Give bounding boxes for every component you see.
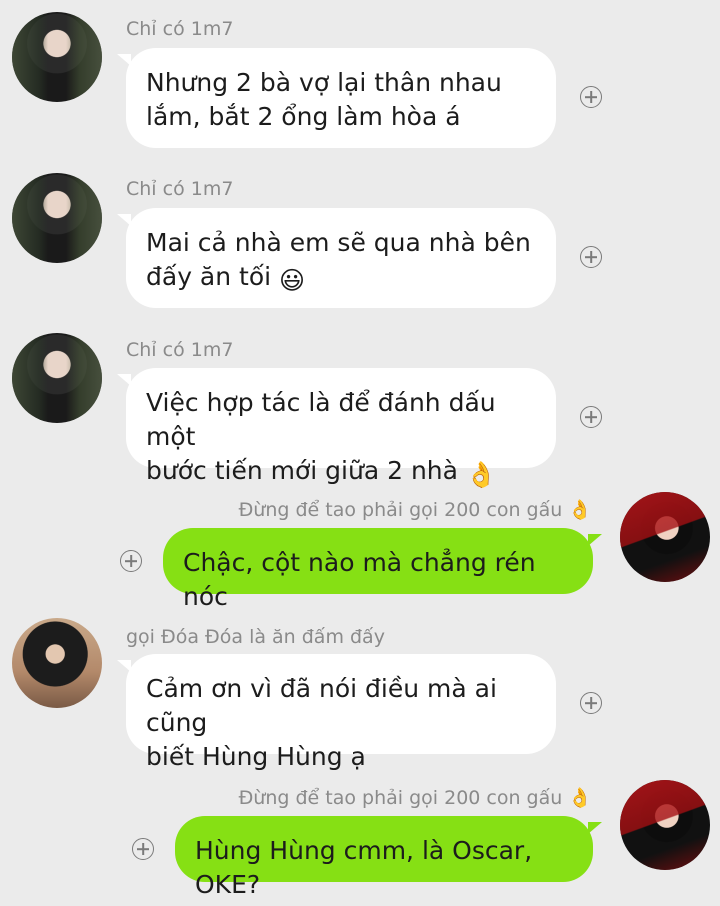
message-line: Hùng Hùng cmm, là Oscar, OKE? (195, 836, 533, 899)
message-line: biết Hùng Hùng ạ (146, 742, 366, 771)
message-line-wrap: đấy ăn tối 😃 (146, 260, 536, 298)
message-line: Cảm ơn vì đã nói điều mà ai cũng (146, 674, 497, 737)
add-reaction-icon[interactable] (132, 838, 154, 860)
message-line: Nhưng 2 bà vợ lại thân nhau (146, 68, 502, 97)
message-bubble[interactable]: Việc hợp tác là để đánh dấu một bước tiế… (117, 368, 556, 489)
sender-name: Đừng để tao phải gọi 200 con gấu 👌 (238, 499, 592, 521)
message-line-wrap: bước tiến mới giữa 2 nhà 👌 (146, 454, 536, 492)
sender-name: Chỉ có 1m7 (126, 339, 234, 361)
message-line: Mai cả nhà em sẽ qua nhà bên (146, 228, 531, 257)
message-bubble[interactable]: Hùng Hùng cmm, là Oscar, OKE? (175, 816, 602, 899)
ok-hand-emoji-icon: 👌 (465, 460, 498, 489)
sender-name: gọi Đóa Đóa là ăn đấm đấy (126, 626, 385, 648)
add-reaction-icon[interactable] (580, 406, 602, 428)
avatar-man-red-background[interactable] (620, 492, 710, 582)
sender-name: Chỉ có 1m7 (126, 18, 234, 40)
message-bubble[interactable]: Mai cả nhà em sẽ qua nhà bên đấy ăn tối … (117, 208, 556, 308)
message-line: bước tiến mới giữa 2 nhà (146, 456, 458, 485)
message-line: đấy ăn tối (146, 262, 272, 291)
avatar-man-red-background[interactable] (620, 780, 710, 870)
avatar-man-black-suit[interactable] (12, 333, 102, 423)
message-bubble[interactable]: Chậc, cột nào mà chẳng rén nóc (163, 528, 602, 611)
add-reaction-icon[interactable] (580, 246, 602, 268)
grinning-face-emoji-icon: 😃 (279, 266, 306, 295)
avatar-man-black-suit[interactable] (12, 173, 102, 263)
message-line: Việc hợp tác là để đánh dấu một (146, 388, 496, 451)
sender-name: Chỉ có 1m7 (126, 178, 234, 200)
message-bubble[interactable]: Nhưng 2 bà vợ lại thân nhau lắm, bắt 2 ổ… (117, 48, 556, 148)
avatar-woman-room[interactable] (12, 618, 102, 708)
message-line: lắm, bắt 2 ổng làm hòa á (146, 102, 461, 131)
message-bubble[interactable]: Cảm ơn vì đã nói điều mà ai cũng biết Hù… (117, 654, 556, 771)
add-reaction-icon[interactable] (120, 550, 142, 572)
message-line: Chậc, cột nào mà chẳng rén nóc (183, 548, 536, 611)
sender-name: Đừng để tao phải gọi 200 con gấu 👌 (238, 787, 592, 809)
avatar-man-black-suit[interactable] (12, 12, 102, 102)
add-reaction-icon[interactable] (580, 692, 602, 714)
add-reaction-icon[interactable] (580, 86, 602, 108)
